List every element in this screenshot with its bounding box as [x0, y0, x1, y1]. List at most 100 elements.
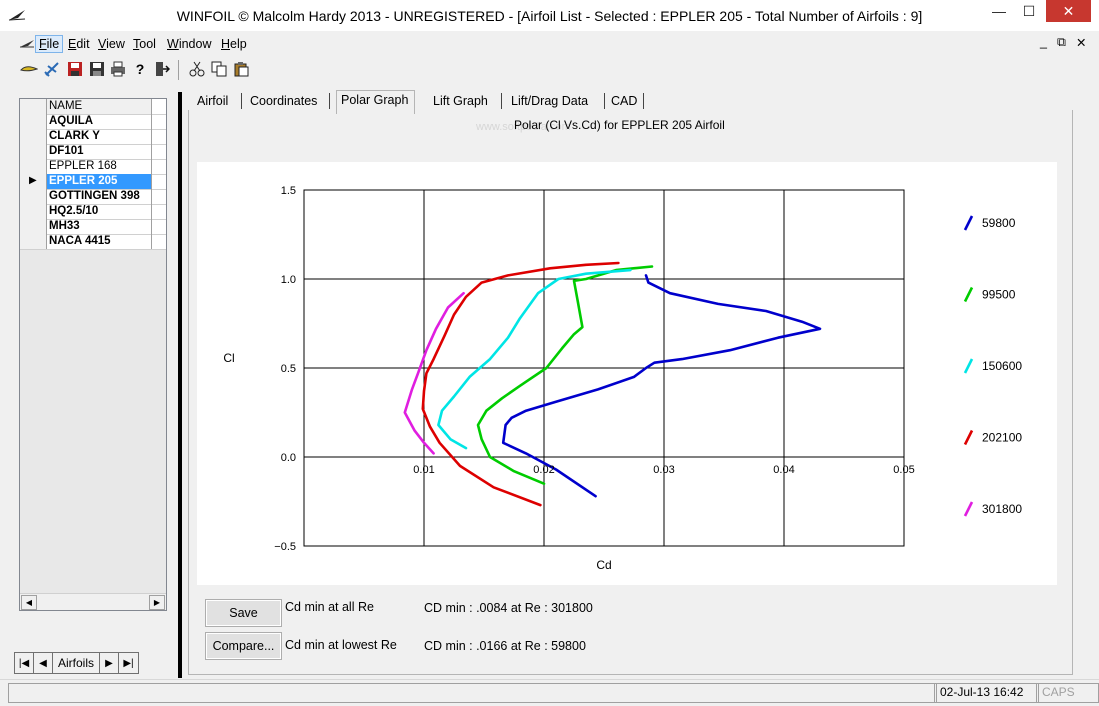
mdi-child-icon	[19, 37, 35, 54]
tab-cad[interactable]: CAD	[611, 92, 637, 112]
y-tick-label: 1.5	[281, 185, 296, 197]
list-item[interactable]: HQ2.5/10	[20, 204, 166, 220]
menu-tool[interactable]: Tool	[133, 37, 156, 51]
y-tick-label: 0.5	[281, 363, 296, 375]
airfoil-list: NAME AQUILA CLARK Y DF101 EPPLER 168 ▶ E…	[19, 98, 167, 611]
tab-separator	[329, 93, 330, 109]
airfoil-name[interactable]: DF101	[47, 144, 152, 159]
save-as-icon[interactable]	[88, 60, 106, 78]
tab-separator	[501, 93, 502, 109]
airfoil-name[interactable]: MH33	[47, 219, 152, 234]
airfoil-name[interactable]: NACA 4415	[47, 234, 152, 249]
tab-lift-graph[interactable]: Lift Graph	[433, 92, 488, 112]
row-indicator	[20, 234, 47, 249]
list-item[interactable]: GOTTINGEN 398	[20, 189, 166, 205]
row-indicator	[20, 204, 47, 219]
list-item[interactable]: AQUILA	[20, 114, 166, 130]
menu-help[interactable]: Help	[221, 37, 247, 51]
cut-icon[interactable]	[188, 60, 206, 78]
save-icon[interactable]	[66, 60, 84, 78]
list-item-selected[interactable]: ▶ EPPLER 205	[20, 174, 166, 190]
legend-swatch	[963, 286, 974, 303]
cd-min-all-re-value: CD min : .0084 at Re : 301800	[424, 601, 593, 615]
splitter[interactable]	[178, 92, 182, 678]
airfoil-name[interactable]: EPPLER 168	[47, 159, 152, 174]
tab-lift-drag-data[interactable]: Lift/Drag Data	[511, 92, 588, 112]
x-tick-label: 0.01	[413, 464, 434, 476]
legend-swatch	[963, 429, 974, 446]
last-record-button[interactable]: ▶|	[118, 652, 139, 674]
row-indicator	[20, 129, 47, 144]
maximize-button[interactable]: ☐	[1016, 0, 1042, 22]
first-record-button[interactable]: |◀	[14, 652, 34, 674]
help-icon[interactable]: ?	[131, 60, 149, 78]
legend-label: 202100	[982, 431, 1022, 445]
list-item[interactable]: NACA 4415	[20, 234, 166, 250]
mdi-restore-button[interactable]: ⧉	[1057, 35, 1066, 50]
chart-legend: 59800 99500 150600 202100 301800	[963, 215, 1022, 517]
compare-button[interactable]: Compare...	[205, 632, 282, 660]
menu-file[interactable]: File	[35, 35, 64, 53]
tab-separator	[241, 93, 242, 109]
menu-edit[interactable]: Edit	[68, 37, 90, 51]
scroll-right-icon[interactable]: ▶	[149, 595, 165, 610]
menu-window[interactable]: Window	[167, 37, 211, 51]
airfoil-name[interactable]: GOTTINGEN 398	[47, 189, 152, 204]
exit-icon[interactable]	[153, 60, 171, 78]
mdi-minimize-button[interactable]: _	[1040, 35, 1047, 49]
chart-series	[403, 261, 822, 507]
toolbar-separator	[178, 60, 179, 80]
column-header-name[interactable]: NAME	[47, 99, 152, 114]
scroll-left-icon[interactable]: ◀	[21, 595, 37, 610]
menu-view[interactable]: View	[98, 37, 125, 51]
save-button[interactable]: Save	[205, 599, 282, 627]
x-tick-label: 0.04	[773, 464, 794, 476]
status-message	[8, 683, 937, 703]
prev-record-button[interactable]: ◀	[33, 652, 53, 674]
chart-panel: 0.01 0.02 0.03 0.04 0.05 1.5 1.0 0.5 0.0 −0.5 598…	[197, 162, 1057, 585]
tab-airfoil[interactable]: Airfoil	[197, 92, 228, 112]
airfoil-name[interactable]: EPPLER 205	[47, 174, 152, 189]
menu-bar: File Edit View Tool Window Help _ ⧉ ✕	[0, 32, 1099, 56]
chart-ticks: 0.01 0.02 0.03 0.04 0.05 1.5 1.0 0.5 0.0 −0.5	[274, 185, 914, 553]
tab-separator	[643, 93, 644, 109]
legend-swatch	[963, 215, 974, 231]
tab-coordinates[interactable]: Coordinates	[250, 92, 317, 112]
chart-title: Polar (Cl Vs.Cd) for EPPLER 205 Airfoil	[514, 118, 725, 132]
record-navigator: |◀ ◀ Airfoils ▶ ▶|	[14, 652, 139, 674]
tab-separator	[604, 93, 605, 109]
list-item[interactable]: EPPLER 168	[20, 159, 166, 175]
current-row-arrow-icon: ▶	[29, 175, 37, 186]
airfoil-name[interactable]: CLARK Y	[47, 129, 152, 144]
cd-min-lowest-re-label: Cd min at lowest Re	[285, 638, 397, 652]
minimize-button[interactable]: —	[985, 0, 1013, 22]
list-item[interactable]: DF101	[20, 144, 166, 160]
aircraft-icon[interactable]	[43, 60, 61, 78]
print-icon[interactable]	[109, 60, 127, 78]
row-indicator	[20, 159, 47, 174]
paste-icon[interactable]	[232, 60, 250, 78]
airfoil-icon[interactable]	[20, 60, 38, 78]
x-tick-label: 0.05	[893, 464, 914, 476]
list-item[interactable]: MH33	[20, 219, 166, 235]
row-indicator	[20, 114, 47, 129]
list-header: NAME	[20, 99, 166, 115]
airfoil-name[interactable]: HQ2.5/10	[47, 204, 152, 219]
list-item[interactable]: CLARK Y	[20, 129, 166, 145]
polar-chart: 0.01 0.02 0.03 0.04 0.05 1.5 1.0 0.5 0.0 −0.5 598…	[223, 185, 1022, 572]
status-bar: 02-Jul-13 16:42 CAPS	[0, 679, 1099, 706]
horizontal-scrollbar[interactable]: ◀ ▶	[20, 593, 166, 610]
y-tick-label: 0.0	[281, 452, 296, 464]
next-record-button[interactable]: ▶	[99, 652, 119, 674]
y-axis-label: Cl	[223, 351, 234, 365]
list-empty-area	[20, 250, 166, 593]
title-bar: WINFOIL © Malcolm Hardy 2013 - UNREGISTE…	[0, 0, 1099, 31]
airfoil-name[interactable]: AQUILA	[47, 114, 152, 129]
x-axis-label: Cd	[596, 558, 611, 572]
close-button[interactable]: ✕	[1046, 0, 1091, 22]
series-line	[476, 265, 654, 485]
legend-label: 301800	[982, 502, 1022, 516]
navigator-label: Airfoils	[52, 652, 100, 674]
mdi-close-button[interactable]: ✕	[1076, 35, 1086, 50]
copy-icon[interactable]	[210, 60, 228, 78]
